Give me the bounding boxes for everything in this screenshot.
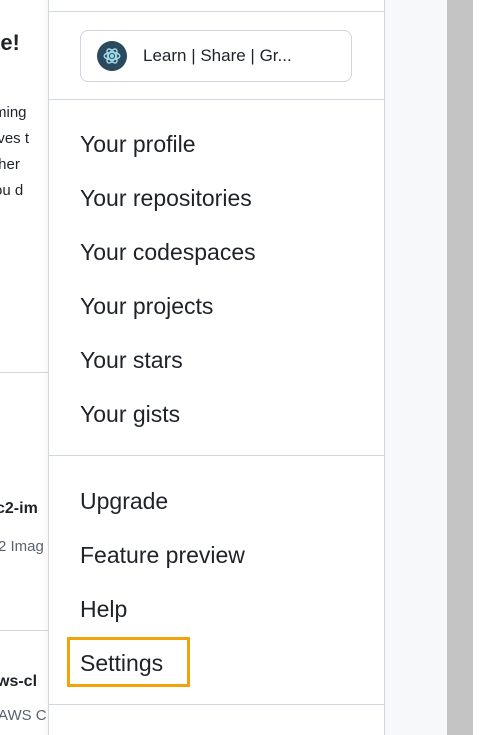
set-status-button[interactable]: Learn | Share | Gr... <box>80 30 352 82</box>
menu-divider <box>49 99 384 100</box>
window-edge <box>473 0 493 735</box>
repo-description: 2 Imag <box>0 538 44 555</box>
background-paragraph-line: ther <box>0 156 20 173</box>
menu-item-settings[interactable]: Settings <box>80 649 163 677</box>
menu-item-help[interactable]: Help <box>80 595 127 623</box>
background-paragraph-line: ming <box>0 104 27 121</box>
menu-item-upgrade[interactable]: Upgrade <box>80 487 168 515</box>
background-paragraph-line: ives t <box>0 130 30 147</box>
background-paragraph: ming ives t ther ou d <box>0 100 29 204</box>
screen: te! ming ives t ther ou d c2-im 2 Imag w… <box>0 0 493 735</box>
menu-item-your-profile[interactable]: Your profile <box>80 130 196 158</box>
menu-divider <box>49 455 384 456</box>
menu-item-your-gists[interactable]: Your gists <box>80 400 180 428</box>
user-dropdown-menu: Learn | Share | Gr... Your profile Your … <box>48 0 385 735</box>
openai-knot-svg <box>103 48 121 64</box>
background-heading: te! <box>0 30 20 55</box>
menu-item-your-projects[interactable]: Your projects <box>80 292 213 320</box>
menu-divider <box>49 11 384 12</box>
menu-item-feature-preview[interactable]: Feature preview <box>80 541 245 569</box>
menu-item-your-codespaces[interactable]: Your codespaces <box>80 238 256 266</box>
background-paragraph-line: ou d <box>0 182 24 199</box>
page-gutter <box>384 0 447 735</box>
openai-icon <box>97 41 127 71</box>
repo-description: AWS C <box>0 707 47 724</box>
repo-link[interactable]: ws-cl <box>0 673 37 691</box>
menu-item-your-stars[interactable]: Your stars <box>80 346 183 374</box>
menu-divider <box>49 704 384 705</box>
repo-link[interactable]: c2-im <box>0 500 38 518</box>
status-label: Learn | Share | Gr... <box>143 46 292 65</box>
menu-item-your-repositories[interactable]: Your repositories <box>80 184 252 212</box>
scrollbar[interactable] <box>447 0 473 735</box>
